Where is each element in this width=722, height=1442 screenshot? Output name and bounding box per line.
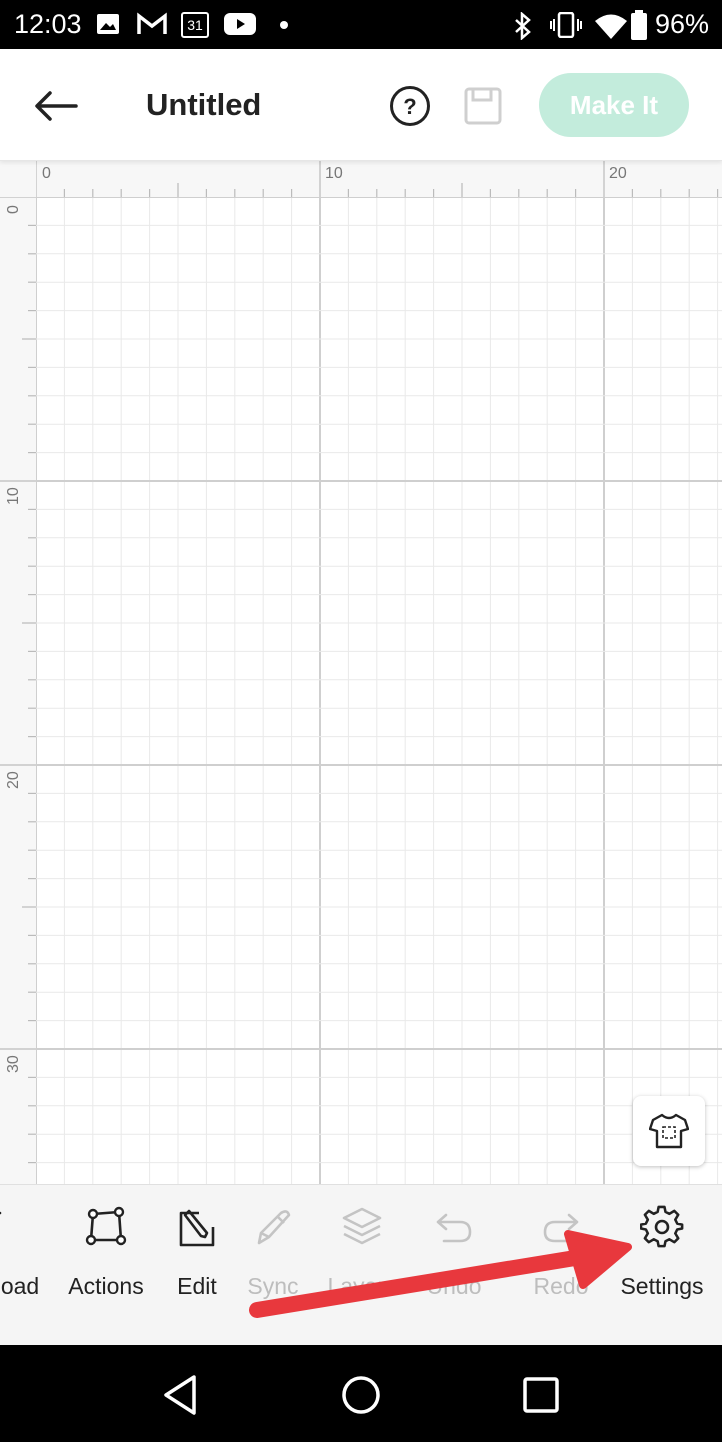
tool-actions[interactable]: Actions [58, 1185, 154, 1315]
tool-settings[interactable]: Settings [610, 1185, 714, 1315]
layers-icon [342, 1207, 382, 1245]
bottom-toolbar: oad Actions Edit Sync Layers Undo Redo S… [0, 1184, 722, 1345]
recents-nav-icon[interactable] [519, 1373, 563, 1417]
status-time: 12:03 [14, 9, 82, 39]
tool-label: Undo [426, 1273, 482, 1299]
tool-undo[interactable]: Undo [410, 1185, 498, 1315]
bluetooth-icon [515, 12, 531, 40]
calendar-icon: 31 [181, 12, 209, 38]
battery-icon [631, 10, 647, 40]
tool-label: Redo [533, 1273, 589, 1299]
sync-icon [257, 1210, 291, 1245]
youtube-icon [224, 13, 256, 35]
undo-icon [436, 1213, 472, 1243]
tool-label: Layers [327, 1273, 397, 1299]
ruler-left-label: 20 [5, 771, 22, 789]
actions-icon [85, 1206, 127, 1246]
mockup-shirt-button[interactable] [633, 1096, 705, 1166]
help-icon[interactable]: ? [389, 85, 431, 127]
tool-label: Settings [620, 1273, 704, 1299]
vibrate-icon [550, 12, 582, 38]
make-it-button[interactable]: Make It [539, 73, 689, 137]
tool-redo[interactable]: Redo [518, 1185, 604, 1315]
redo-icon [543, 1213, 579, 1243]
tool-upload[interactable]: oad [0, 1185, 60, 1315]
ruler-left-label: 0 [5, 205, 22, 214]
ruler-top-label: 10 [325, 165, 343, 182]
svg-text:?: ? [403, 94, 416, 119]
battery-percent: 96% [655, 9, 710, 39]
system-nav-bar [0, 1345, 722, 1442]
upload-icon [0, 1211, 2, 1215]
shirt-icon [649, 1113, 689, 1149]
image-icon [97, 14, 119, 34]
tool-label: Edit [177, 1273, 217, 1299]
save-icon[interactable] [464, 87, 502, 125]
tool-label: Actions [68, 1273, 144, 1299]
canvas-grid[interactable] [36, 197, 722, 1184]
app-bar: Untitled ? Make It [0, 49, 722, 161]
ruler-left-label: 30 [5, 1055, 22, 1073]
document-title[interactable]: Untitled [146, 87, 261, 123]
settings-icon [640, 1205, 684, 1248]
ruler-top-label: 0 [42, 165, 51, 182]
tool-label: Sync [247, 1273, 299, 1299]
ruler-left-label: 10 [5, 487, 22, 505]
tool-sync[interactable]: Sync [233, 1185, 313, 1315]
edit-icon [179, 1209, 215, 1247]
tool-layers[interactable]: Layers [318, 1185, 406, 1315]
dot-icon [280, 21, 288, 29]
tool-label: oad [0, 1273, 40, 1299]
tool-edit[interactable]: Edit [157, 1185, 237, 1315]
gmail-icon [137, 12, 167, 34]
home-nav-icon[interactable] [339, 1373, 383, 1417]
back-nav-icon[interactable] [160, 1373, 204, 1417]
vertical-ruler: 0 10 20 30 [0, 161, 36, 1184]
status-bar: 12:03 31 96% [0, 0, 722, 49]
calendar-day: 31 [187, 17, 203, 33]
back-arrow-icon[interactable] [30, 84, 82, 128]
horizontal-ruler: 0 10 20 [0, 161, 722, 197]
ruler-corner [0, 161, 36, 197]
wifi-icon [595, 14, 627, 39]
ruler-top-label: 20 [609, 165, 627, 182]
design-canvas[interactable]: 0 10 20 0 10 20 30 [0, 161, 722, 1184]
